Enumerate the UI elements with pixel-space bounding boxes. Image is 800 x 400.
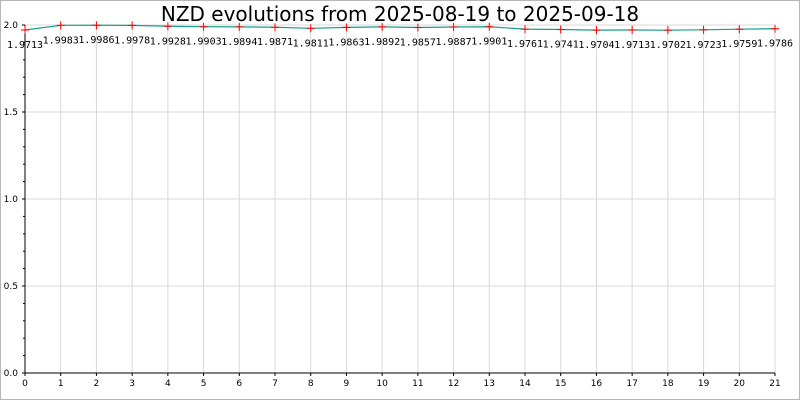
data-label: 1.9723 xyxy=(686,40,722,51)
y-tick-label: 0.5 xyxy=(4,282,18,292)
chart-svg: 0 1 2 3 4 5 6 7 8 9 10 11 12 13 14 15 16 17 18 19 20 210.00.5… xyxy=(4,21,793,389)
x-tick-label: 9 xyxy=(344,379,350,389)
data-label: 1.9713 xyxy=(7,40,43,51)
x-tick-label: 17 xyxy=(626,379,637,389)
x-tick-label: 4 xyxy=(165,379,171,389)
data-label: 1.9704 xyxy=(578,40,614,51)
x-tick-label: 13 xyxy=(484,379,495,389)
data-label: 1.9761 xyxy=(507,39,543,50)
data-label: 1.9983 xyxy=(43,35,79,46)
x-tick-label: 18 xyxy=(662,379,674,389)
data-label: 1.9863 xyxy=(328,37,364,48)
data-label: 1.9978 xyxy=(114,35,150,46)
data-label: 1.9759 xyxy=(721,39,757,50)
data-label: 1.9892 xyxy=(364,37,400,48)
x-tick-label: 21 xyxy=(769,379,780,389)
data-label: 1.9713 xyxy=(614,40,650,51)
x-tick-label: 2 xyxy=(94,379,100,389)
x-tick-label: 16 xyxy=(591,379,603,389)
data-label: 1.9786 xyxy=(757,39,793,50)
x-tick-label: 20 xyxy=(734,379,746,389)
x-tick-label: 15 xyxy=(555,379,566,389)
data-label: 1.9986 xyxy=(78,35,114,46)
x-tick-label: 19 xyxy=(698,379,710,389)
data-label: 1.9871 xyxy=(257,37,293,48)
data-label: 1.9903 xyxy=(186,37,222,48)
y-tick-label: 1.5 xyxy=(4,108,18,118)
x-tick-label: 0 xyxy=(22,379,28,389)
y-tick-label: 2.0 xyxy=(4,21,19,31)
data-label: 1.9702 xyxy=(650,40,686,51)
y-tick-label: 0.0 xyxy=(4,369,19,379)
x-tick-label: 1 xyxy=(58,379,64,389)
data-label: 1.9894 xyxy=(221,37,257,48)
data-label: 1.9741 xyxy=(543,40,579,51)
data-label: 1.9928 xyxy=(150,36,186,47)
data-label: 1.9811 xyxy=(293,38,329,49)
x-tick-label: 14 xyxy=(519,379,531,389)
x-tick-label: 11 xyxy=(412,379,423,389)
y-tick-label: 1.0 xyxy=(4,195,19,205)
x-tick-label: 8 xyxy=(308,379,314,389)
x-tick-label: 3 xyxy=(129,379,135,389)
x-tick-label: 6 xyxy=(236,379,242,389)
x-tick-label: 10 xyxy=(376,379,388,389)
data-label: 1.9857 xyxy=(400,37,436,48)
x-tick-label: 5 xyxy=(201,379,207,389)
x-tick-label: 7 xyxy=(272,379,278,389)
data-label: 1.9887 xyxy=(436,37,472,48)
x-tick-label: 12 xyxy=(448,379,459,389)
data-label: 1.9901 xyxy=(471,37,507,48)
